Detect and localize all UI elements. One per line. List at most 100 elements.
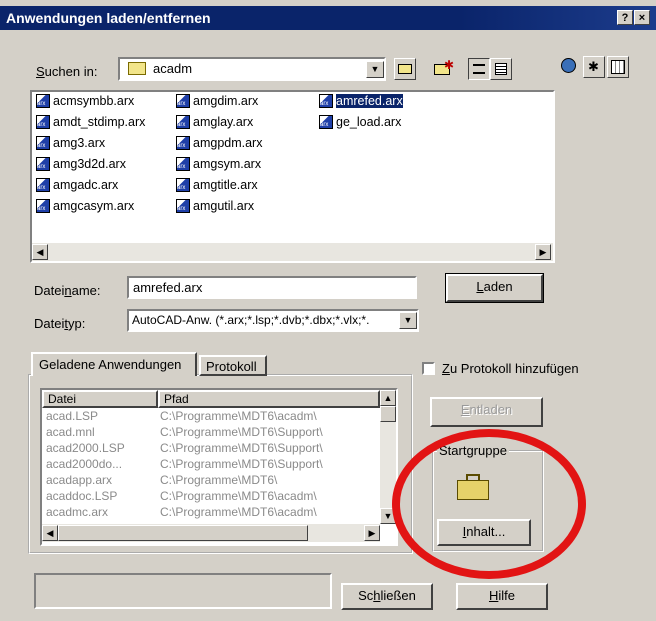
filename-input[interactable]: amrefed.arx <box>127 276 417 299</box>
file-item[interactable]: amgsym.arx <box>176 155 261 173</box>
cell-file: acadmc.arx <box>46 505 109 519</box>
arx-file-icon <box>176 93 190 108</box>
table-header-file[interactable]: Datei <box>42 390 158 408</box>
folder-icon <box>128 62 146 75</box>
filetype-label: Dateityp: <box>34 316 86 331</box>
table-row[interactable]: acadapp.arx C:\Programme\MDT6\ <box>42 473 380 488</box>
help-title-button[interactable]: ? <box>617 10 633 25</box>
close-button[interactable]: Schließen <box>341 583 433 610</box>
file-item[interactable]: amgdim.arx <box>176 92 258 110</box>
cell-file: acad2000.LSP <box>46 441 125 455</box>
file-item[interactable]: amrefed.arx <box>319 92 403 110</box>
table-row[interactable]: acad.LSP C:\Programme\MDT6\acadm\ <box>42 409 380 424</box>
cell-path: C:\Programme\MDT6\acadm\ <box>160 489 317 503</box>
arx-file-icon <box>176 198 190 213</box>
file-name: amgsym.arx <box>193 157 262 171</box>
file-item[interactable]: amgcasym.arx <box>36 197 134 215</box>
table-row[interactable]: acad.mnl C:\Programme\MDT6\Support\ <box>42 425 380 440</box>
horizontal-scrollbar[interactable]: ◀ ▶ <box>32 243 553 261</box>
table-row[interactable]: acad2000do... C:\Programme\MDT6\Support\ <box>42 457 380 472</box>
window-title: Anwendungen laden/entfernen <box>6 10 211 26</box>
chevron-down-icon[interactable]: ▼ <box>366 61 384 78</box>
cell-path: C:\Programme\MDT6\Support\ <box>160 441 323 455</box>
file-name: amg3.arx <box>53 136 106 150</box>
file-name: amgtitle.arx <box>193 178 258 192</box>
cell-file: acad2000do... <box>46 457 123 471</box>
filename-label: Dateiname: <box>34 283 101 298</box>
cell-file: acad.LSP <box>46 409 99 423</box>
chevron-down-icon[interactable]: ▼ <box>399 312 417 329</box>
filetype-dropdown[interactable]: AutoCAD-Anw. (*.arx;*.lsp;*.dvb;*.dbx;*.… <box>127 309 419 332</box>
cell-path: C:\Programme\MDT6\acadm\ <box>160 409 317 423</box>
file-name: amgadc.arx <box>53 178 119 192</box>
close-title-button[interactable]: × <box>634 10 650 25</box>
scroll-thumb[interactable] <box>58 525 308 541</box>
arx-file-icon <box>36 135 50 150</box>
load-unload-dialog: Anwendungen laden/entfernen ? × Suchen i… <box>0 0 656 621</box>
file-item[interactable]: amdt_stdimp.arx <box>36 113 145 131</box>
arx-file-icon <box>176 135 190 150</box>
new-folder-icon[interactable]: ✱ <box>432 58 454 80</box>
sunburst-icon[interactable]: ✱ <box>583 56 605 78</box>
help-button[interactable]: Hilfe <box>456 583 548 610</box>
cell-file: acad.mnl <box>46 425 95 439</box>
arx-file-icon <box>176 177 190 192</box>
file-item[interactable]: acmsymbb.arx <box>36 92 134 110</box>
table-row[interactable]: acadmc.arx C:\Programme\MDT6\acadm\ <box>42 505 380 520</box>
table-row[interactable]: acaddoc.LSP C:\Programme\MDT6\acadm\ <box>42 489 380 504</box>
log-checkbox[interactable] <box>422 362 435 375</box>
file-list[interactable]: acmsymbb.arx amdt_stdimp.arx amg3.arx amg3d… <box>30 90 555 263</box>
log-checkbox-label[interactable]: Zu Protokoll hinzufügen <box>442 361 579 376</box>
loaded-apps-table[interactable]: Datei Pfad acad.LSP C:\Programme\MDT6\aca… <box>40 388 398 546</box>
file-item[interactable]: amgpdm.arx <box>176 134 262 152</box>
folder-tree-icon[interactable] <box>607 56 629 78</box>
file-name: amgcasym.arx <box>53 199 135 213</box>
lookin-dropdown[interactable]: acadm ▼ <box>118 57 386 81</box>
file-item[interactable]: amgutil.arx <box>176 197 254 215</box>
arx-file-icon <box>36 114 50 129</box>
file-name: amglay.arx <box>193 115 254 129</box>
file-name: amgutil.arx <box>193 199 255 213</box>
arx-file-icon <box>176 114 190 129</box>
scroll-right-arrow-icon[interactable]: ▶ <box>364 525 380 541</box>
status-field <box>34 573 332 609</box>
scroll-up-arrow-icon[interactable]: ▲ <box>380 390 396 406</box>
file-name: amg3d2d.arx <box>53 157 126 171</box>
title-bar: Anwendungen laden/entfernen ? × <box>0 6 656 30</box>
arx-file-icon <box>36 156 50 171</box>
details-view-icon[interactable] <box>490 58 512 80</box>
tab-loaded-apps[interactable]: Geladene Anwendungen <box>31 352 197 376</box>
table-horizontal-scrollbar[interactable]: ◀ ▶ <box>42 524 380 542</box>
file-name: acmsymbb.arx <box>53 94 135 108</box>
cell-file: acadapp.arx <box>46 473 113 487</box>
table-row[interactable]: acad2000.LSP C:\Programme\MDT6\Support\ <box>42 441 380 456</box>
highlight-circle <box>392 429 586 579</box>
file-item[interactable]: ge_load.arx <box>319 113 401 131</box>
unload-button[interactable]: Entladen <box>430 397 543 427</box>
load-button[interactable]: Laden <box>445 273 544 303</box>
file-item[interactable]: amg3d2d.arx <box>36 155 126 173</box>
cell-path: C:\Programme\MDT6\ <box>160 473 278 487</box>
find-file-icon[interactable] <box>558 56 580 78</box>
tab-log[interactable]: Protokoll <box>199 355 267 376</box>
table-header-path[interactable]: Pfad <box>158 390 380 408</box>
arx-file-icon <box>36 93 50 108</box>
file-item[interactable]: amglay.arx <box>176 113 253 131</box>
cell-path: C:\Programme\MDT6\acadm\ <box>160 505 317 519</box>
cell-path: C:\Programme\MDT6\Support\ <box>160 457 323 471</box>
file-item[interactable]: amg3.arx <box>36 134 105 152</box>
file-item[interactable]: amgadc.arx <box>36 176 118 194</box>
up-folder-icon[interactable] <box>394 58 416 80</box>
arx-file-icon <box>319 93 333 108</box>
scroll-left-arrow-icon[interactable]: ◀ <box>42 525 58 541</box>
file-name: amgdim.arx <box>193 94 259 108</box>
file-name: amdt_stdimp.arx <box>53 115 146 129</box>
list-view-icon[interactable] <box>468 58 490 80</box>
scroll-left-arrow-icon[interactable]: ◀ <box>32 244 48 260</box>
scroll-thumb[interactable] <box>380 406 396 422</box>
arx-file-icon <box>36 177 50 192</box>
arx-file-icon <box>36 198 50 213</box>
arx-file-icon <box>176 156 190 171</box>
file-item[interactable]: amgtitle.arx <box>176 176 258 194</box>
scroll-right-arrow-icon[interactable]: ▶ <box>535 244 551 260</box>
